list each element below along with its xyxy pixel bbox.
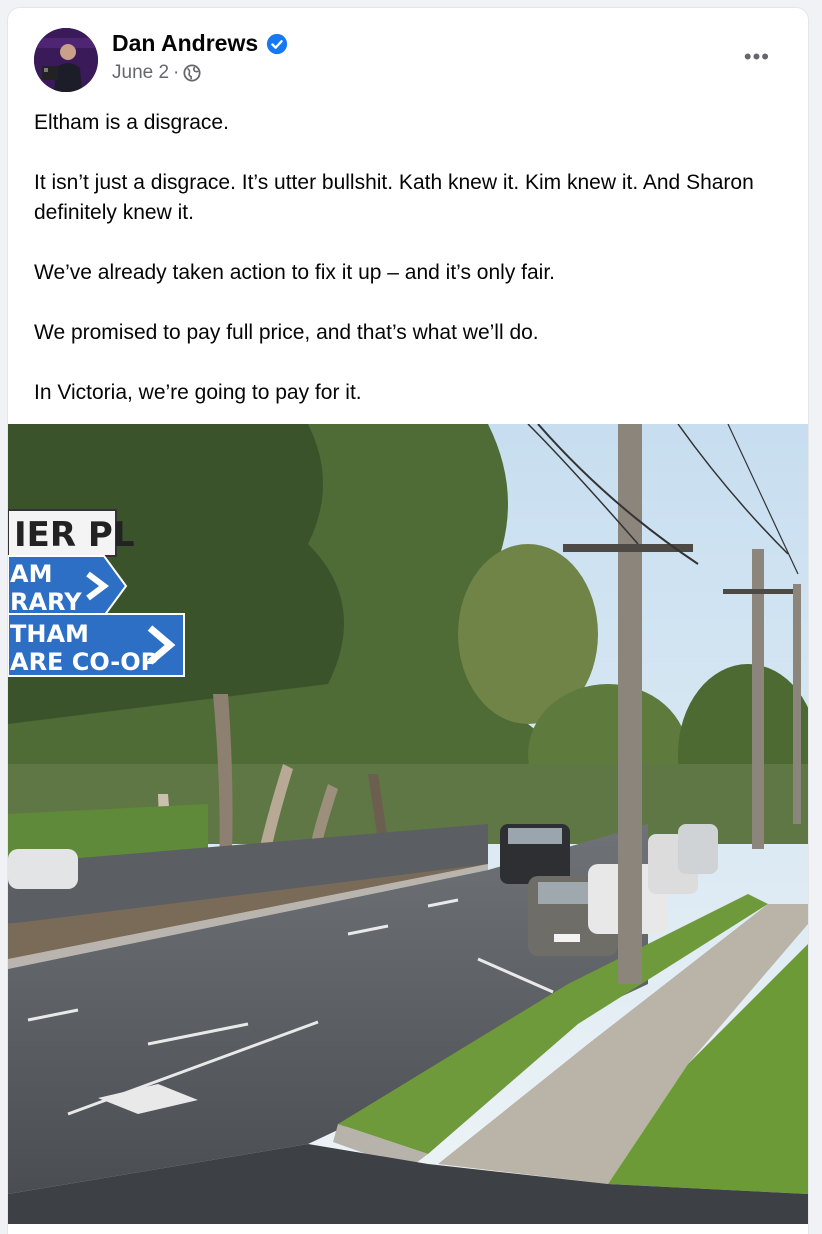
- post-meta: June 2 ·: [112, 62, 201, 84]
- author-row: Dan Andrews: [112, 30, 288, 57]
- post-body: Eltham is a disgrace. It isn’t just a di…: [34, 108, 794, 408]
- post-card: Dan Andrews June 2 · ••• Eltham is a dis…: [8, 8, 808, 1234]
- meta-separator: ·: [173, 62, 180, 83]
- author-avatar[interactable]: [34, 28, 98, 92]
- author-name[interactable]: Dan Andrews: [112, 30, 258, 57]
- avatar-photo: [34, 28, 98, 92]
- post-paragraph: It isn’t just a disgrace. It’s utter bul…: [34, 171, 754, 224]
- post-photo[interactable]: IER PL AM RARY THAM ARE CO-OP: [8, 424, 808, 1224]
- post-paragraph: Eltham is a disgrace.: [34, 111, 229, 134]
- street-sign-bottom: THAM ARE CO-OP: [8, 613, 185, 677]
- verified-badge-icon: [267, 33, 288, 54]
- post-date[interactable]: June 2: [112, 62, 169, 84]
- street-sign-middle: AM RARY: [8, 555, 128, 617]
- sign-middle-line1: AM: [10, 560, 52, 588]
- sign-bottom-line1: THAM: [10, 620, 89, 648]
- street-sign-top: IER PL: [8, 509, 134, 557]
- more-options-icon[interactable]: •••: [744, 44, 770, 70]
- sign-bottom-line2: ARE CO-OP: [10, 648, 158, 676]
- sign-top-text: IER PL: [14, 515, 134, 555]
- post-paragraph: We’ve already taken action to fix it up …: [34, 261, 556, 284]
- globe-icon: [183, 64, 201, 82]
- post-paragraph: We promised to pay full price, and that’…: [34, 321, 539, 344]
- sign-middle-line2: RARY: [10, 588, 82, 616]
- post-paragraph: In Victoria, we’re going to pay for it.: [34, 381, 362, 404]
